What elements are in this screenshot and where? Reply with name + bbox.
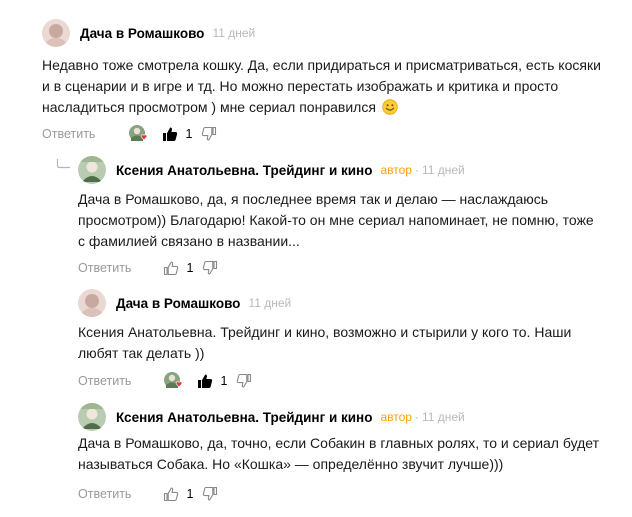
avatar[interactable] bbox=[78, 403, 106, 431]
comment-actions: Ответить 1 bbox=[78, 370, 252, 392]
comment-actions: Ответить 1 bbox=[78, 257, 218, 279]
comment-text: Дача в Ромашково, да, точно, если Собаки… bbox=[78, 433, 599, 475]
reply-button[interactable]: Ответить bbox=[78, 374, 131, 388]
smile-emoji-icon bbox=[382, 99, 398, 115]
dislike-button[interactable] bbox=[202, 486, 218, 502]
dislike-button[interactable] bbox=[201, 126, 217, 142]
comment-reply: Дача в Ромашково 11 дней Ксения Анатолье… bbox=[78, 288, 623, 396]
comment-text: Ксения Анатольевна. Трейдинг и кино, воз… bbox=[78, 322, 571, 364]
reply-arrow-icon bbox=[56, 159, 70, 169]
dislike-button[interactable] bbox=[236, 373, 252, 389]
comment-text: Недавно тоже смотрела кошку. Да, если пр… bbox=[42, 55, 601, 118]
comment-text-line: Дача в Ромашково, да, я последнее время … bbox=[78, 191, 549, 207]
comment-text: Дача в Ромашково, да, я последнее время … bbox=[78, 189, 594, 252]
like-count: 1 bbox=[220, 374, 228, 388]
like-count: 1 bbox=[185, 127, 193, 141]
separator-dot: · bbox=[414, 410, 419, 424]
comment-header: Дача в Ромашково 11 дней bbox=[78, 288, 291, 318]
comment-time: 11 дней bbox=[212, 26, 256, 40]
comment-reply: Ксения Анатольевна. Трейдинг и кино авто… bbox=[78, 155, 623, 280]
thumbs-up-icon bbox=[164, 487, 179, 502]
comment-text-last-line: насладиться просмотром ) мне сериал понр… bbox=[42, 97, 601, 118]
avatar[interactable] bbox=[78, 289, 106, 317]
author-badge: автор bbox=[380, 163, 412, 177]
like-button[interactable] bbox=[162, 126, 178, 142]
comment-time: 11 дней bbox=[248, 296, 292, 310]
comment-text-line: Дача в Ромашково, да, точно, если Собаки… bbox=[78, 435, 600, 451]
comment-text-line: и в сценарии и в игре и тд. Но можно пер… bbox=[42, 78, 559, 94]
comment-text-line: насладиться просмотром ) мне сериал понр… bbox=[42, 99, 376, 115]
thumbs-down-icon bbox=[203, 486, 218, 501]
author-name[interactable]: Ксения Анатольевна. Трейдинг и кино bbox=[116, 163, 372, 178]
comment: Дача в Ромашково 11 дней Недавно тоже см… bbox=[42, 18, 622, 153]
author-liked-avatar bbox=[163, 371, 185, 391]
thumbs-down-icon bbox=[203, 260, 218, 275]
author-name[interactable]: Дача в Ромашково bbox=[116, 296, 240, 311]
comment-header: Ксения Анатольевна. Трейдинг и кино авто… bbox=[78, 155, 465, 185]
comment-header: Дача в Ромашково 11 дней bbox=[42, 18, 255, 48]
author-name[interactable]: Ксения Анатольевна. Трейдинг и кино bbox=[116, 410, 372, 425]
thumbs-up-icon bbox=[163, 127, 178, 141]
like-count: 1 bbox=[186, 261, 194, 275]
like-button[interactable] bbox=[197, 373, 213, 389]
comment-text-line: Недавно тоже смотрела кошку. Да, если пр… bbox=[42, 57, 601, 73]
like-count: 1 bbox=[186, 487, 194, 501]
comment-reply: Ксения Анатольевна. Трейдинг и кино авто… bbox=[78, 402, 623, 514]
author-badge: автор bbox=[380, 410, 412, 424]
comment-time: 11 дней bbox=[421, 163, 465, 177]
author-liked-avatar bbox=[128, 124, 150, 144]
comment-text-line: любят так делать )) bbox=[78, 345, 205, 361]
separator-dot: · bbox=[414, 163, 419, 177]
comment-text-line: Ксения Анатольевна. Трейдинг и кино, воз… bbox=[78, 324, 572, 340]
avatar[interactable] bbox=[78, 156, 106, 184]
thumbs-up-icon bbox=[198, 374, 213, 388]
comment-text-line: с фамилией связано в названии... bbox=[78, 233, 300, 249]
comment-text-line: называться Собака. Но «Кошка» — определё… bbox=[78, 456, 504, 472]
comment-text-line: просмотром)) Благодарю! Какой-то он мне … bbox=[78, 212, 594, 228]
thumbs-down-icon bbox=[202, 126, 217, 141]
like-button[interactable] bbox=[163, 260, 179, 276]
comment-header: Ксения Анатольевна. Трейдинг и кино авто… bbox=[78, 402, 465, 432]
thumbs-up-icon bbox=[164, 261, 179, 276]
reply-button[interactable]: Ответить bbox=[78, 261, 131, 275]
comment-actions: Ответить 1 bbox=[42, 123, 217, 145]
author-name[interactable]: Дача в Ромашково bbox=[80, 26, 204, 41]
avatar[interactable] bbox=[42, 19, 70, 47]
like-button[interactable] bbox=[163, 486, 179, 502]
dislike-button[interactable] bbox=[202, 260, 218, 276]
comment-time: 11 дней bbox=[421, 410, 465, 424]
thumbs-down-icon bbox=[237, 373, 252, 388]
reply-button[interactable]: Ответить bbox=[78, 487, 131, 501]
comment-actions: Ответить 1 bbox=[78, 483, 218, 505]
reply-button[interactable]: Ответить bbox=[42, 127, 95, 141]
